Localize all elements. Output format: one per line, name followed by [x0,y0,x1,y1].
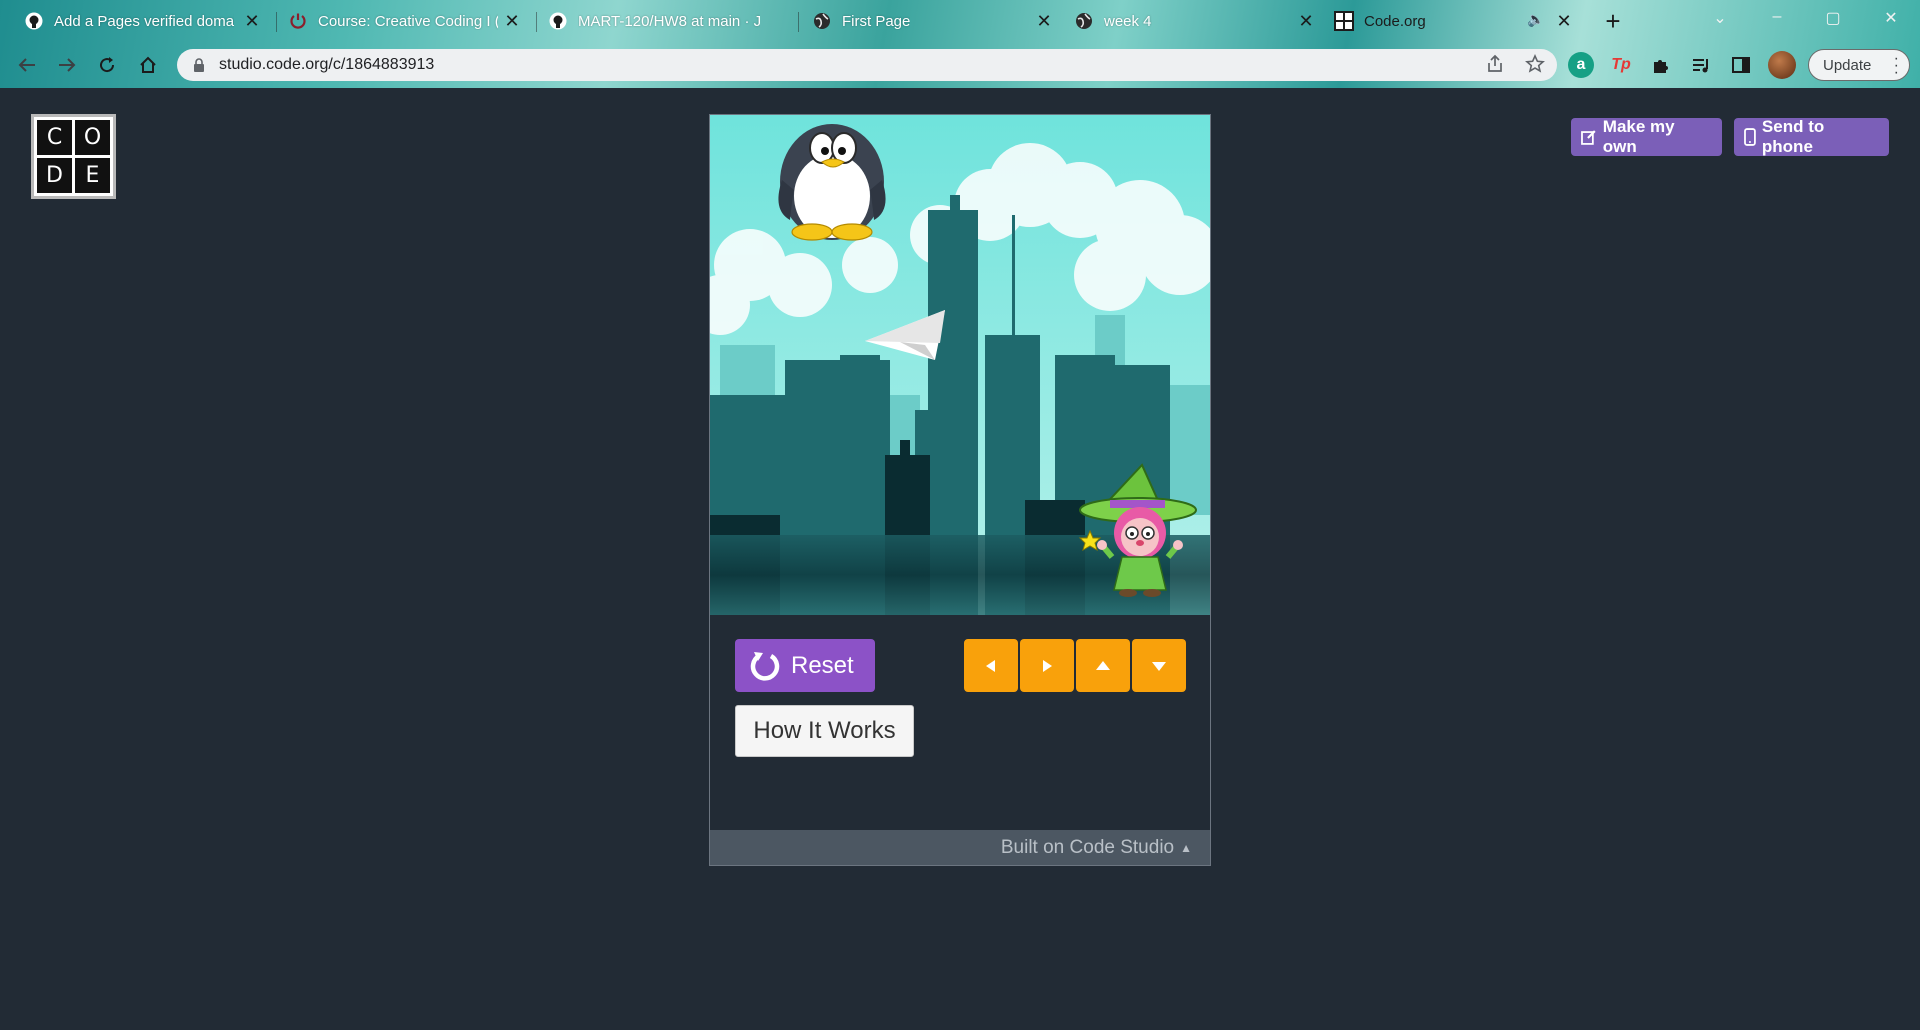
update-button[interactable]: Update · · · [1808,49,1910,81]
phone-icon [1744,128,1756,146]
menu-dots-icon[interactable]: · · · [1894,51,1899,81]
code-org-logo[interactable]: C O D E [31,114,116,199]
arrow-up-icon [1096,660,1110,670]
app-frame: Reset How It Works Built on Code Studio … [709,114,1211,866]
sidepanel-icon[interactable] [1728,52,1754,78]
profile-avatar[interactable] [1768,51,1796,79]
chevron-down-icon[interactable]: ⌄ [1705,8,1735,28]
tab-title: Code.org [1364,12,1426,30]
close-icon[interactable]: ✕ [242,11,262,32]
tab-first-page[interactable]: First Page ✕ [812,6,1054,36]
right-arrow-button[interactable] [1020,639,1074,692]
tab-title: First Page [842,12,911,30]
arrow-left-icon [986,659,995,672]
tab-title: MART-120/HW8 at main · J [578,12,760,30]
close-icon[interactable]: ✕ [1296,11,1316,32]
logo-letter: E [75,158,110,193]
tab-title: week 4 [1104,12,1152,30]
tab-code-org[interactable]: Code.org 🔈 ✕ [1334,6,1574,36]
how-it-works-button[interactable]: How It Works [735,705,914,757]
address-bar[interactable]: studio.code.org/c/1864883913 [177,49,1557,81]
up-arrow-button[interactable] [1076,639,1130,692]
bookmark-star-icon[interactable] [1525,54,1545,79]
url-text[interactable]: studio.code.org/c/1864883913 [219,56,434,74]
reload-icon[interactable] [92,50,122,80]
reset-label: Reset [791,651,854,679]
tab-strip: Add a Pages verified domai ✕ Course: Cre… [0,0,1920,42]
globe-icon [812,11,832,31]
share-icon[interactable] [1485,54,1505,79]
lock-icon[interactable] [193,58,205,72]
back-icon[interactable] [12,50,42,80]
arrow-right-icon [1043,659,1052,672]
edit-icon [1581,130,1596,145]
extension-tp-icon[interactable]: Tp [1608,52,1634,78]
github-icon [548,11,568,31]
power-icon [288,11,308,31]
down-arrow-button[interactable] [1132,639,1186,692]
tab-separator [536,12,537,32]
footer-text: Built on Code Studio [1000,836,1175,858]
caret-up-icon: ▲ [1180,840,1192,855]
tab-separator [798,12,799,32]
close-icon[interactable]: ✕ [502,11,522,32]
reset-button[interactable]: Reset [735,639,875,692]
reset-icon [750,651,780,681]
arrow-down-icon [1152,661,1166,671]
puzzle-icon[interactable] [1648,52,1674,78]
tab-week-4[interactable]: week 4 ✕ [1074,6,1316,36]
new-tab-button[interactable]: + [1598,6,1628,37]
maximize-icon[interactable]: ▢ [1818,8,1848,28]
globe-icon [1074,11,1094,31]
built-on-footer[interactable]: Built on Code Studio ▲ [710,830,1210,865]
logo-letter: O [75,120,110,155]
browser-chrome: Add a Pages verified domai ✕ Course: Cre… [0,0,1920,88]
tab-mart-120[interactable]: MART-120/HW8 at main · J [548,6,782,36]
extensions-bar: a Tp [1568,49,1796,81]
tab-title: Add a Pages verified domai [54,12,234,30]
media-queue-icon[interactable] [1688,52,1714,78]
window-close-icon[interactable]: ✕ [1876,8,1906,28]
tab-course[interactable]: Course: Creative Coding I (S ✕ [288,6,522,36]
codeorg-icon [1334,11,1354,31]
game-canvas[interactable] [710,115,1210,615]
logo-letter: C [37,120,72,155]
close-icon[interactable]: ✕ [1034,11,1054,32]
close-icon[interactable]: ✕ [1554,11,1574,32]
make-my-own-button[interactable]: Make my own [1571,117,1722,156]
tab-pages-domain[interactable]: Add a Pages verified domai ✕ [24,6,262,36]
logo-letter: D [37,158,72,193]
make-my-own-label: Make my own [1602,117,1675,156]
update-label: Update [1823,56,1872,74]
tab-separator [276,12,277,32]
forward-icon[interactable] [52,50,82,80]
left-arrow-button[interactable] [964,639,1018,692]
extension-a-icon[interactable]: a [1568,52,1594,78]
send-to-phone-label: Send to phone [1761,117,1825,156]
github-icon [24,11,44,31]
speaker-icon[interactable]: 🔈 [1526,11,1546,28]
tab-title: Course: Creative Coding I (S [318,12,498,30]
send-to-phone-button[interactable]: Send to phone [1734,117,1889,156]
minimize-icon[interactable]: – [1762,8,1792,26]
home-icon[interactable] [133,50,163,80]
